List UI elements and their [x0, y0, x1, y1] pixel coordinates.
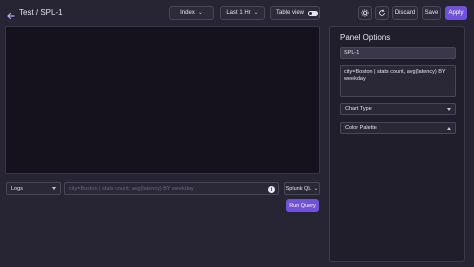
- panel-description-value: city=Boston | stats count, avg(latency) …: [344, 69, 446, 82]
- chart-area: [5, 26, 320, 174]
- chevron-down-icon: ⌄: [313, 185, 319, 192]
- refresh-button[interactable]: [375, 6, 389, 20]
- save-button[interactable]: Save: [422, 6, 441, 20]
- apply-button[interactable]: Apply: [445, 6, 467, 20]
- info-icon: i: [268, 186, 275, 193]
- chart-type-select[interactable]: Chart Type: [340, 103, 456, 115]
- caret-up-icon: [447, 126, 451, 130]
- panel-name-value: SPL-1: [344, 50, 360, 56]
- table-view-label: Table view: [276, 10, 305, 16]
- chart-type-label: Chart Type: [345, 106, 372, 112]
- time-range-dropdown[interactable]: Last 1 Hr ⌄: [220, 6, 265, 20]
- panel-options: Panel Options SPL-1 city=Boston | stats …: [329, 26, 465, 262]
- index-dropdown[interactable]: Index ⌄: [169, 6, 214, 20]
- table-view-toggle-container: Table view: [270, 6, 320, 20]
- query-language-label: Splunk QL: [285, 185, 312, 192]
- color-palette-label: Color Palette: [345, 125, 377, 131]
- toggle-knob: [309, 11, 313, 15]
- gear-icon: [361, 9, 369, 17]
- query-input[interactable]: city=Boston | stats count, avg(latency) …: [64, 182, 279, 195]
- arrow-left-icon: [7, 12, 15, 20]
- query-text: city=Boston | stats count, avg(latency) …: [69, 185, 194, 192]
- page-title: Test / SPL-1: [19, 8, 63, 17]
- panel-options-heading: Panel Options: [340, 33, 391, 42]
- query-language-select[interactable]: Splunk QL ⌄: [284, 182, 320, 195]
- table-view-toggle[interactable]: [308, 10, 319, 16]
- datasource-select[interactable]: Logs: [6, 182, 61, 195]
- discard-button[interactable]: Discard: [392, 6, 418, 20]
- datasource-label: Logs: [11, 185, 23, 192]
- settings-button[interactable]: [358, 6, 372, 20]
- panel-name-input[interactable]: SPL-1: [340, 47, 456, 59]
- time-range-label: Last 1 Hr: [226, 10, 251, 16]
- panel-description-textarea[interactable]: city=Boston | stats count, avg(latency) …: [340, 65, 456, 97]
- run-query-button[interactable]: Run Query: [286, 199, 319, 212]
- chevron-down-icon: ⌄: [253, 10, 259, 16]
- caret-down-icon: [447, 107, 451, 111]
- back-button[interactable]: [6, 8, 16, 20]
- refresh-icon: [379, 9, 385, 16]
- chevron-down-icon: ⌄: [197, 10, 203, 16]
- caret-down-icon: [52, 187, 56, 190]
- color-palette-select[interactable]: Color Palette: [340, 122, 456, 134]
- index-dropdown-label: Index: [180, 10, 195, 16]
